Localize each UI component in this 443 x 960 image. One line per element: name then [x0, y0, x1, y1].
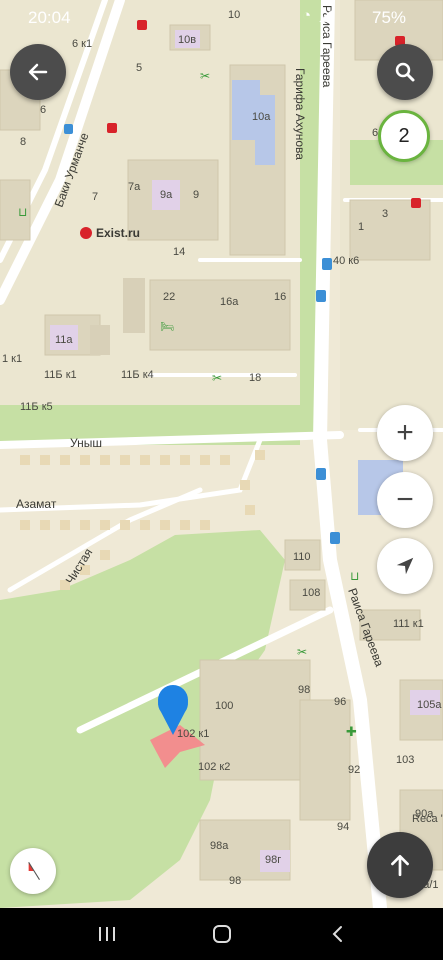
system-navigation-bar: [0, 908, 443, 960]
building-number: 100: [215, 700, 233, 712]
building-number: 92: [348, 764, 360, 776]
building-number: 11Б к5: [20, 401, 53, 413]
zoom-out-button[interactable]: −: [377, 472, 433, 528]
back-arrow-icon: [28, 63, 48, 81]
search-icon: [395, 62, 415, 82]
scissors-icon: ✂: [200, 69, 210, 83]
building-number: 98а: [210, 840, 229, 852]
scissors-icon: ✂: [297, 645, 307, 659]
building-number: 22: [163, 291, 175, 303]
building-number: 105а: [417, 699, 442, 711]
scissors-icon: ✂: [212, 371, 222, 385]
street-label-azamat: Азамат: [16, 497, 57, 511]
building-number: 1 к1: [2, 353, 22, 365]
building-number: 103: [396, 754, 414, 766]
building-number: 16а: [220, 296, 239, 308]
building-number: 14: [173, 246, 185, 258]
pharmacy-icon: ✚: [346, 724, 357, 739]
status-bar: 20:04 ◔ ◢ 75%: [0, 0, 443, 34]
building-number: 11а: [55, 334, 73, 346]
map-canvas[interactable]: Раиса Гареева Гарифа Ахунова Баки Урманч…: [0, 0, 443, 908]
zoom-in-button[interactable]: +: [377, 405, 433, 461]
building-number: 7а: [128, 181, 141, 193]
building-number: 94: [337, 821, 349, 833]
building-number: 110: [293, 551, 311, 563]
building-number: 10в: [178, 34, 196, 46]
house-icon: [411, 198, 421, 208]
building-number: Reca "A: [412, 813, 443, 825]
home-icon: [213, 925, 231, 943]
my-location-button[interactable]: [377, 538, 433, 594]
bus-stop-icon: [316, 290, 326, 302]
building-number: 102 к2: [198, 761, 230, 773]
cafe-icon: 🛏: [160, 321, 174, 333]
parking-icon: [64, 124, 73, 134]
building-number: 18: [249, 372, 261, 384]
building-number: 7: [92, 191, 98, 203]
building-number: 102 к1: [177, 728, 209, 740]
building-number: 10а: [252, 111, 271, 123]
building-number: 5: [136, 62, 142, 74]
house-icon: [107, 123, 117, 133]
building-number: 1: [358, 221, 364, 233]
bus-stop-icon: [330, 532, 340, 544]
up-arrow-icon: [391, 854, 409, 877]
recent-apps-icon: [99, 927, 115, 941]
building-number: 96: [334, 696, 346, 708]
navigation-arrow-icon: [396, 557, 414, 575]
poi-exist-label: Exist.ru: [96, 226, 140, 240]
bus-stop-icon: [316, 468, 326, 480]
building-number: 108: [302, 587, 320, 599]
building-number: 11Б к1: [44, 369, 77, 381]
compass-button[interactable]: [10, 848, 56, 894]
building-number: 3: [382, 208, 388, 220]
recent-apps-button[interactable]: [87, 918, 127, 950]
building-number: 8: [20, 136, 26, 148]
exist-logo-icon: [80, 227, 92, 239]
results-count-badge[interactable]: 2: [378, 110, 430, 162]
building-number: 98: [298, 684, 310, 696]
status-icons: ◔ ◢: [302, 7, 333, 24]
status-battery: 75%: [372, 8, 407, 27]
status-time: 20:04: [28, 8, 71, 27]
building-number: 98: [229, 875, 241, 887]
street-label-unysh: Уныш: [70, 436, 102, 450]
building-number: 98г: [265, 854, 281, 866]
bus-stop-icon: [322, 258, 332, 270]
search-button[interactable]: [377, 44, 433, 100]
home-button[interactable]: [202, 918, 242, 950]
plus-icon: +: [396, 416, 414, 449]
street-label-garifa-akhunova: Гарифа Ахунова: [293, 68, 307, 160]
shop-icon: ⊔: [350, 569, 359, 583]
building-number: 111 к1: [393, 618, 424, 630]
building-number: 9а: [160, 189, 173, 201]
back-button[interactable]: [10, 44, 66, 100]
shop-icon: ⊔: [18, 205, 27, 219]
compass-icon: [28, 862, 40, 880]
system-back-button[interactable]: [318, 918, 358, 950]
building-number: 16: [274, 291, 286, 303]
chevron-left-icon: [332, 926, 342, 942]
building-number: 9: [193, 189, 199, 201]
building-number: 6 к1: [72, 38, 92, 50]
minus-icon: −: [396, 483, 414, 516]
route-up-button[interactable]: [367, 832, 433, 898]
building-number: 40 к6: [333, 255, 359, 267]
building-number: 6: [40, 104, 46, 116]
building-number: 11Б к4: [121, 369, 154, 381]
